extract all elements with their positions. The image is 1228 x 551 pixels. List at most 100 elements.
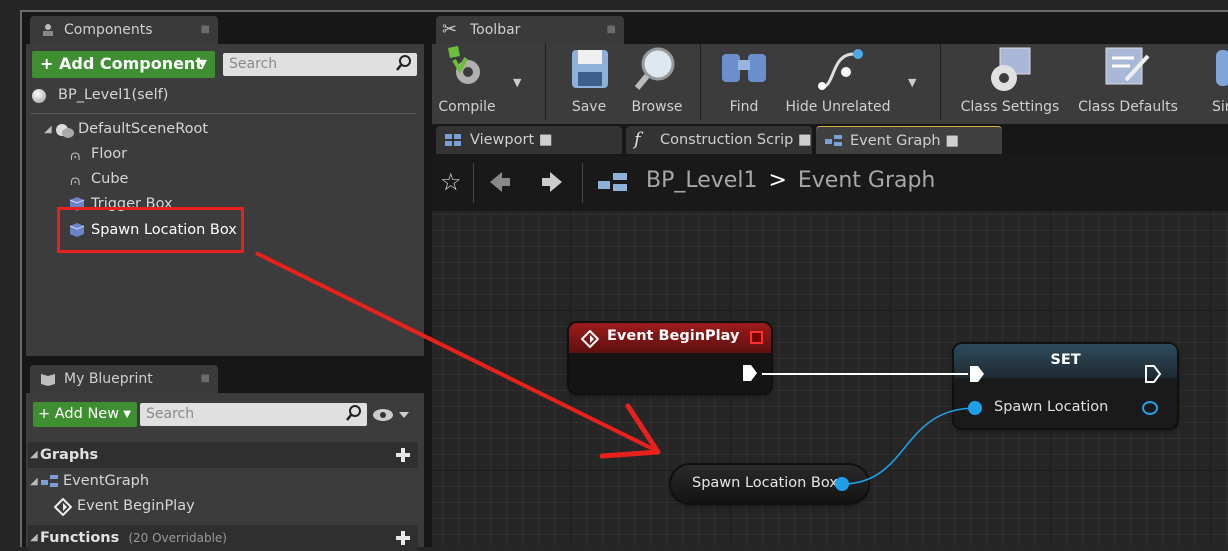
exec-out-pin[interactable] [741,363,759,383]
close-icon[interactable]: ■ [539,132,553,148]
toolbar-tab-label: Toolbar [470,22,521,38]
class-settings-label: Class Settings [960,99,1060,115]
event-diamond-icon [581,330,599,348]
wrench-icon: ✂ [442,19,458,40]
breadcrumb-separator: > [768,168,787,193]
components-icon [43,24,53,36]
divider [700,44,701,120]
binoculars-icon [722,54,766,82]
node-event-begin-play[interactable]: Event BeginPlay [569,323,771,393]
spawn-location-in-pin[interactable] [968,401,982,415]
save-disk-icon [572,50,608,88]
divider [545,44,546,120]
tab-toolbar[interactable]: ✂ Toolbar ■ [436,16,624,44]
divider [940,44,941,120]
close-icon[interactable]: ■ [798,132,812,148]
plus-icon[interactable] [394,529,412,547]
browse-label: Browse [631,99,683,115]
divider [473,163,474,203]
close-icon[interactable]: ■ [607,16,616,44]
graphs-label: Graphs [40,447,99,463]
tree-item-self[interactable]: BP_Level1(self) [58,87,168,103]
viewport-icon [445,134,461,146]
class-defaults-label: Class Defaults [1078,99,1178,115]
hide-unrelated-label: Hide Unrelated [785,99,891,115]
class-defaults-icon [1105,47,1150,85]
highlight-box [57,207,244,253]
tree-item-eventgraph[interactable]: EventGraph [63,473,149,489]
node-title: Event BeginPlay [607,328,740,344]
tab-event-graph[interactable]: Event Graph ■ [816,126,1002,154]
back-arrow-icon[interactable] [488,170,512,194]
breadcrumb-blueprint[interactable]: BP_Level1 [646,168,757,193]
tree-expand-icon[interactable]: ◢ [44,124,52,135]
simulate-icon [1216,50,1228,86]
functions-section[interactable]: ◢ Functions (20 Overridable) [28,525,418,551]
search-placeholder: Search [146,406,195,422]
tab-components[interactable]: Components ■ [30,16,218,44]
sphere-icon [32,89,46,103]
find-label: Find [729,99,759,115]
breadcrumb-graph[interactable]: Event Graph [798,168,936,193]
node-spawn-location-box[interactable]: Spawn Location Box [671,465,868,503]
search-icon [396,55,411,71]
magnifier-icon [634,47,675,90]
event-graph-tab-label: Event Graph [850,133,941,149]
mesh-icon: ⩀ [70,171,81,189]
tree-item-cube[interactable]: Cube [91,171,128,187]
node-set[interactable]: SET Spawn Location [954,344,1177,428]
close-icon[interactable]: ■ [945,133,959,149]
tree-item-default-scene-root[interactable]: DefaultSceneRoot [78,121,208,137]
event-diamond-icon [54,498,72,516]
my-blueprint-tab-label: My Blueprint [64,371,153,387]
viewport-tab-label: Viewport [470,132,535,148]
search-placeholder: Search [229,56,278,72]
components-tab-label: Components [64,22,153,38]
breadcrumb: BP_Level1 > Event Graph [646,168,935,193]
search-icon [346,405,361,421]
functions-label: Functions [40,530,120,546]
collapse-icon: ◢ [30,532,38,543]
construction-tab-label: Construction Scrip [660,132,794,148]
close-icon[interactable]: ■ [201,16,210,44]
eye-icon[interactable] [372,407,410,423]
add-new-button[interactable]: + Add New ▼ [33,402,137,427]
graph-icon [41,475,58,487]
divider [30,113,416,114]
add-component-label: + Add Component [40,54,203,73]
components-search-input[interactable]: Search [223,53,417,76]
chevron-down-icon: ▼ [198,57,207,70]
forward-arrow-icon[interactable] [540,170,564,194]
function-icon: f [634,129,641,150]
graph-icon [825,135,842,146]
graphs-section[interactable]: ◢ Graphs [28,442,418,468]
blueprint-search-input[interactable]: Search [140,403,367,426]
spawn-location-out-pin[interactable] [1142,401,1158,415]
divider [582,163,583,203]
tree-item-floor[interactable]: Floor [91,146,127,162]
chevron-down-icon[interactable]: ▼ [908,76,916,89]
class-settings-icon [991,47,1031,91]
functions-count: (20 Overridable) [128,531,227,545]
add-new-label: + Add New [38,406,120,422]
scene-root-icon [56,122,74,138]
tab-viewport[interactable]: Viewport ■ [436,126,622,154]
star-icon[interactable]: ☆ [440,168,462,196]
mesh-icon: ⩀ [70,146,81,164]
tree-expand-icon[interactable]: ◢ [30,476,38,487]
node-title: Spawn Location Box [692,475,838,491]
delegate-pin[interactable] [750,331,763,344]
compile-label: Compile [438,99,496,115]
exec-out-pin[interactable] [1144,364,1162,384]
chevron-down-icon[interactable]: ▼ [513,76,521,89]
exec-in-pin[interactable] [968,364,986,384]
close-icon[interactable]: ■ [201,365,210,393]
plus-icon[interactable] [394,446,412,464]
tab-construction-script[interactable]: f Construction Scrip ■ [626,126,812,154]
tree-item-event-begin-play[interactable]: Event BeginPlay [77,498,195,514]
simulate-label: Simu [1212,99,1228,115]
tab-my-blueprint[interactable]: My Blueprint ■ [30,365,218,393]
object-out-pin[interactable] [835,477,849,491]
add-component-button[interactable]: + Add Component ▼ [32,51,215,78]
collapse-icon: ◢ [30,449,38,460]
